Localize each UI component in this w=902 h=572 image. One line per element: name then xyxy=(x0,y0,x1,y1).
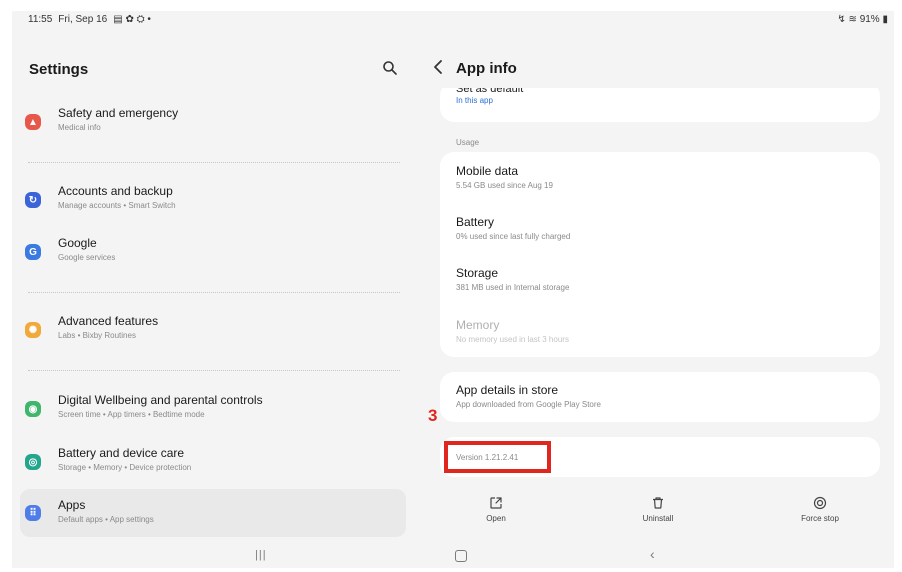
status-bar: 11:55 Fri, Sep 16 ▤ ✿ ⛭ • ↯ ≋ 91% ▮ xyxy=(28,14,894,30)
usage-item-title: Mobile data xyxy=(456,164,519,178)
back-arrow-icon[interactable] xyxy=(431,59,445,75)
settings-item-safety[interactable]: ▲ Safety and emergency Medical info xyxy=(20,100,406,144)
settings-item-subtitle: Labs • Bixby Routines xyxy=(58,331,136,340)
usage-item-subtitle: 381 MB used in Internal storage xyxy=(456,283,570,292)
device-care-icon: ◎ xyxy=(25,454,41,470)
settings-item-title: Digital Wellbeing and parental controls xyxy=(58,393,263,407)
force-stop-button[interactable]: Force stop xyxy=(775,496,865,523)
usage-item-title: Battery xyxy=(456,215,495,229)
divider xyxy=(28,162,400,163)
apps-grid-icon: ⠿ xyxy=(25,505,41,521)
settings-item-title: Google xyxy=(58,236,97,250)
recents-button[interactable]: ||| xyxy=(255,549,267,561)
home-button[interactable] xyxy=(455,550,467,562)
settings-item-subtitle: Storage • Memory • Device protection xyxy=(58,463,192,472)
settings-item-google[interactable]: G Google Google services xyxy=(20,230,406,274)
status-date: Fri, Sep 16 xyxy=(58,14,108,25)
google-icon: G xyxy=(25,244,41,260)
usage-mobile-data[interactable]: Mobile data 5.54 GB used since Aug 19 xyxy=(456,164,553,190)
usage-item-subtitle: 0% used since last fully charged xyxy=(456,232,571,241)
status-time: 11:55 xyxy=(28,14,53,25)
open-button[interactable]: Open xyxy=(451,496,541,523)
app-info-title: App info xyxy=(456,60,517,77)
usage-item-title: Storage xyxy=(456,266,499,280)
battery-level: 91% xyxy=(859,14,880,25)
settings-item-subtitle: Google services xyxy=(58,253,116,262)
settings-item-subtitle: Manage accounts • Smart Switch xyxy=(58,201,176,210)
uninstall-label: Uninstall xyxy=(642,514,674,523)
settings-item-subtitle: Default apps • App settings xyxy=(58,515,154,524)
trash-icon xyxy=(653,497,663,509)
settings-item-title: Advanced features xyxy=(58,314,159,328)
siren-icon: ▲ xyxy=(25,114,41,130)
settings-item-subtitle: Screen time • App timers • Bedtime mode xyxy=(58,410,205,419)
settings-title: Settings xyxy=(29,61,89,78)
usage-item-subtitle: No memory used in last 3 hours xyxy=(456,335,569,344)
uninstall-button[interactable]: Uninstall xyxy=(613,496,703,523)
back-button[interactable]: ‹ xyxy=(650,546,655,562)
battery-icon: ▮ xyxy=(882,14,888,25)
usage-card: Mobile data 5.54 GB used since Aug 19 Ba… xyxy=(440,152,880,357)
stop-icon xyxy=(813,496,827,510)
settings-item-digital-wellbeing[interactable]: ◉ Digital Wellbeing and parental control… xyxy=(20,387,406,431)
screenshot-border-top xyxy=(0,0,902,11)
system-navigation-bar xyxy=(0,541,902,568)
set-default-value: In this app xyxy=(456,96,493,105)
settings-item-advanced-features[interactable]: ✺ Advanced features Labs • Bixby Routine… xyxy=(20,308,406,352)
app-details-store-card[interactable]: App details in store App downloaded from… xyxy=(440,372,880,422)
settings-item-subtitle: Medical info xyxy=(58,123,101,132)
settings-item-accounts[interactable]: ↻ Accounts and backup Manage accounts • … xyxy=(20,178,406,222)
notification-icons: ▤ ✿ ⛭ • xyxy=(113,14,151,25)
annotation-step-number: 3 xyxy=(428,406,438,425)
settings-item-title: Accounts and backup xyxy=(58,184,173,198)
set-default-card[interactable]: Set as default In this app xyxy=(440,83,880,122)
store-subtitle: App downloaded from Google Play Store xyxy=(456,400,601,409)
settings-item-title: Safety and emergency xyxy=(58,106,179,120)
usage-battery[interactable]: Battery 0% used since last fully charged xyxy=(456,215,570,241)
sync-icon: ↻ xyxy=(25,192,41,208)
settings-item-apps[interactable]: ⠿ Apps Default apps • App settings xyxy=(20,489,406,537)
usage-memory: Memory No memory used in last 3 hours xyxy=(456,318,569,344)
settings-item-title: Battery and device care xyxy=(58,446,185,460)
set-default-title: Set as default xyxy=(456,83,524,95)
gear-star-icon: ✺ xyxy=(25,322,41,338)
usage-storage[interactable]: Storage 381 MB used in Internal storage xyxy=(456,266,569,292)
search-icon[interactable] xyxy=(382,60,398,76)
annotation-highlight-box xyxy=(444,441,551,473)
usage-item-subtitle: 5.54 GB used since Aug 19 xyxy=(456,181,553,190)
settings-item-battery-device-care[interactable]: ◎ Battery and device care Storage • Memo… xyxy=(20,440,406,484)
open-label: Open xyxy=(486,514,506,523)
screenshot-border-bottom xyxy=(0,568,902,572)
divider xyxy=(28,292,400,293)
divider xyxy=(28,370,400,371)
screenshot-border-right xyxy=(894,0,902,572)
settings-item-title: Apps xyxy=(58,498,86,512)
usage-section-label: Usage xyxy=(456,138,480,147)
store-title: App details in store xyxy=(456,383,559,397)
wellbeing-icon: ◉ xyxy=(25,401,41,417)
usage-item-title: Memory xyxy=(456,318,500,332)
force-stop-label: Force stop xyxy=(801,514,839,523)
open-external-icon xyxy=(490,497,502,509)
screenshot-border-left xyxy=(0,0,12,572)
signal-icon: ↯ ≋ xyxy=(837,14,857,25)
